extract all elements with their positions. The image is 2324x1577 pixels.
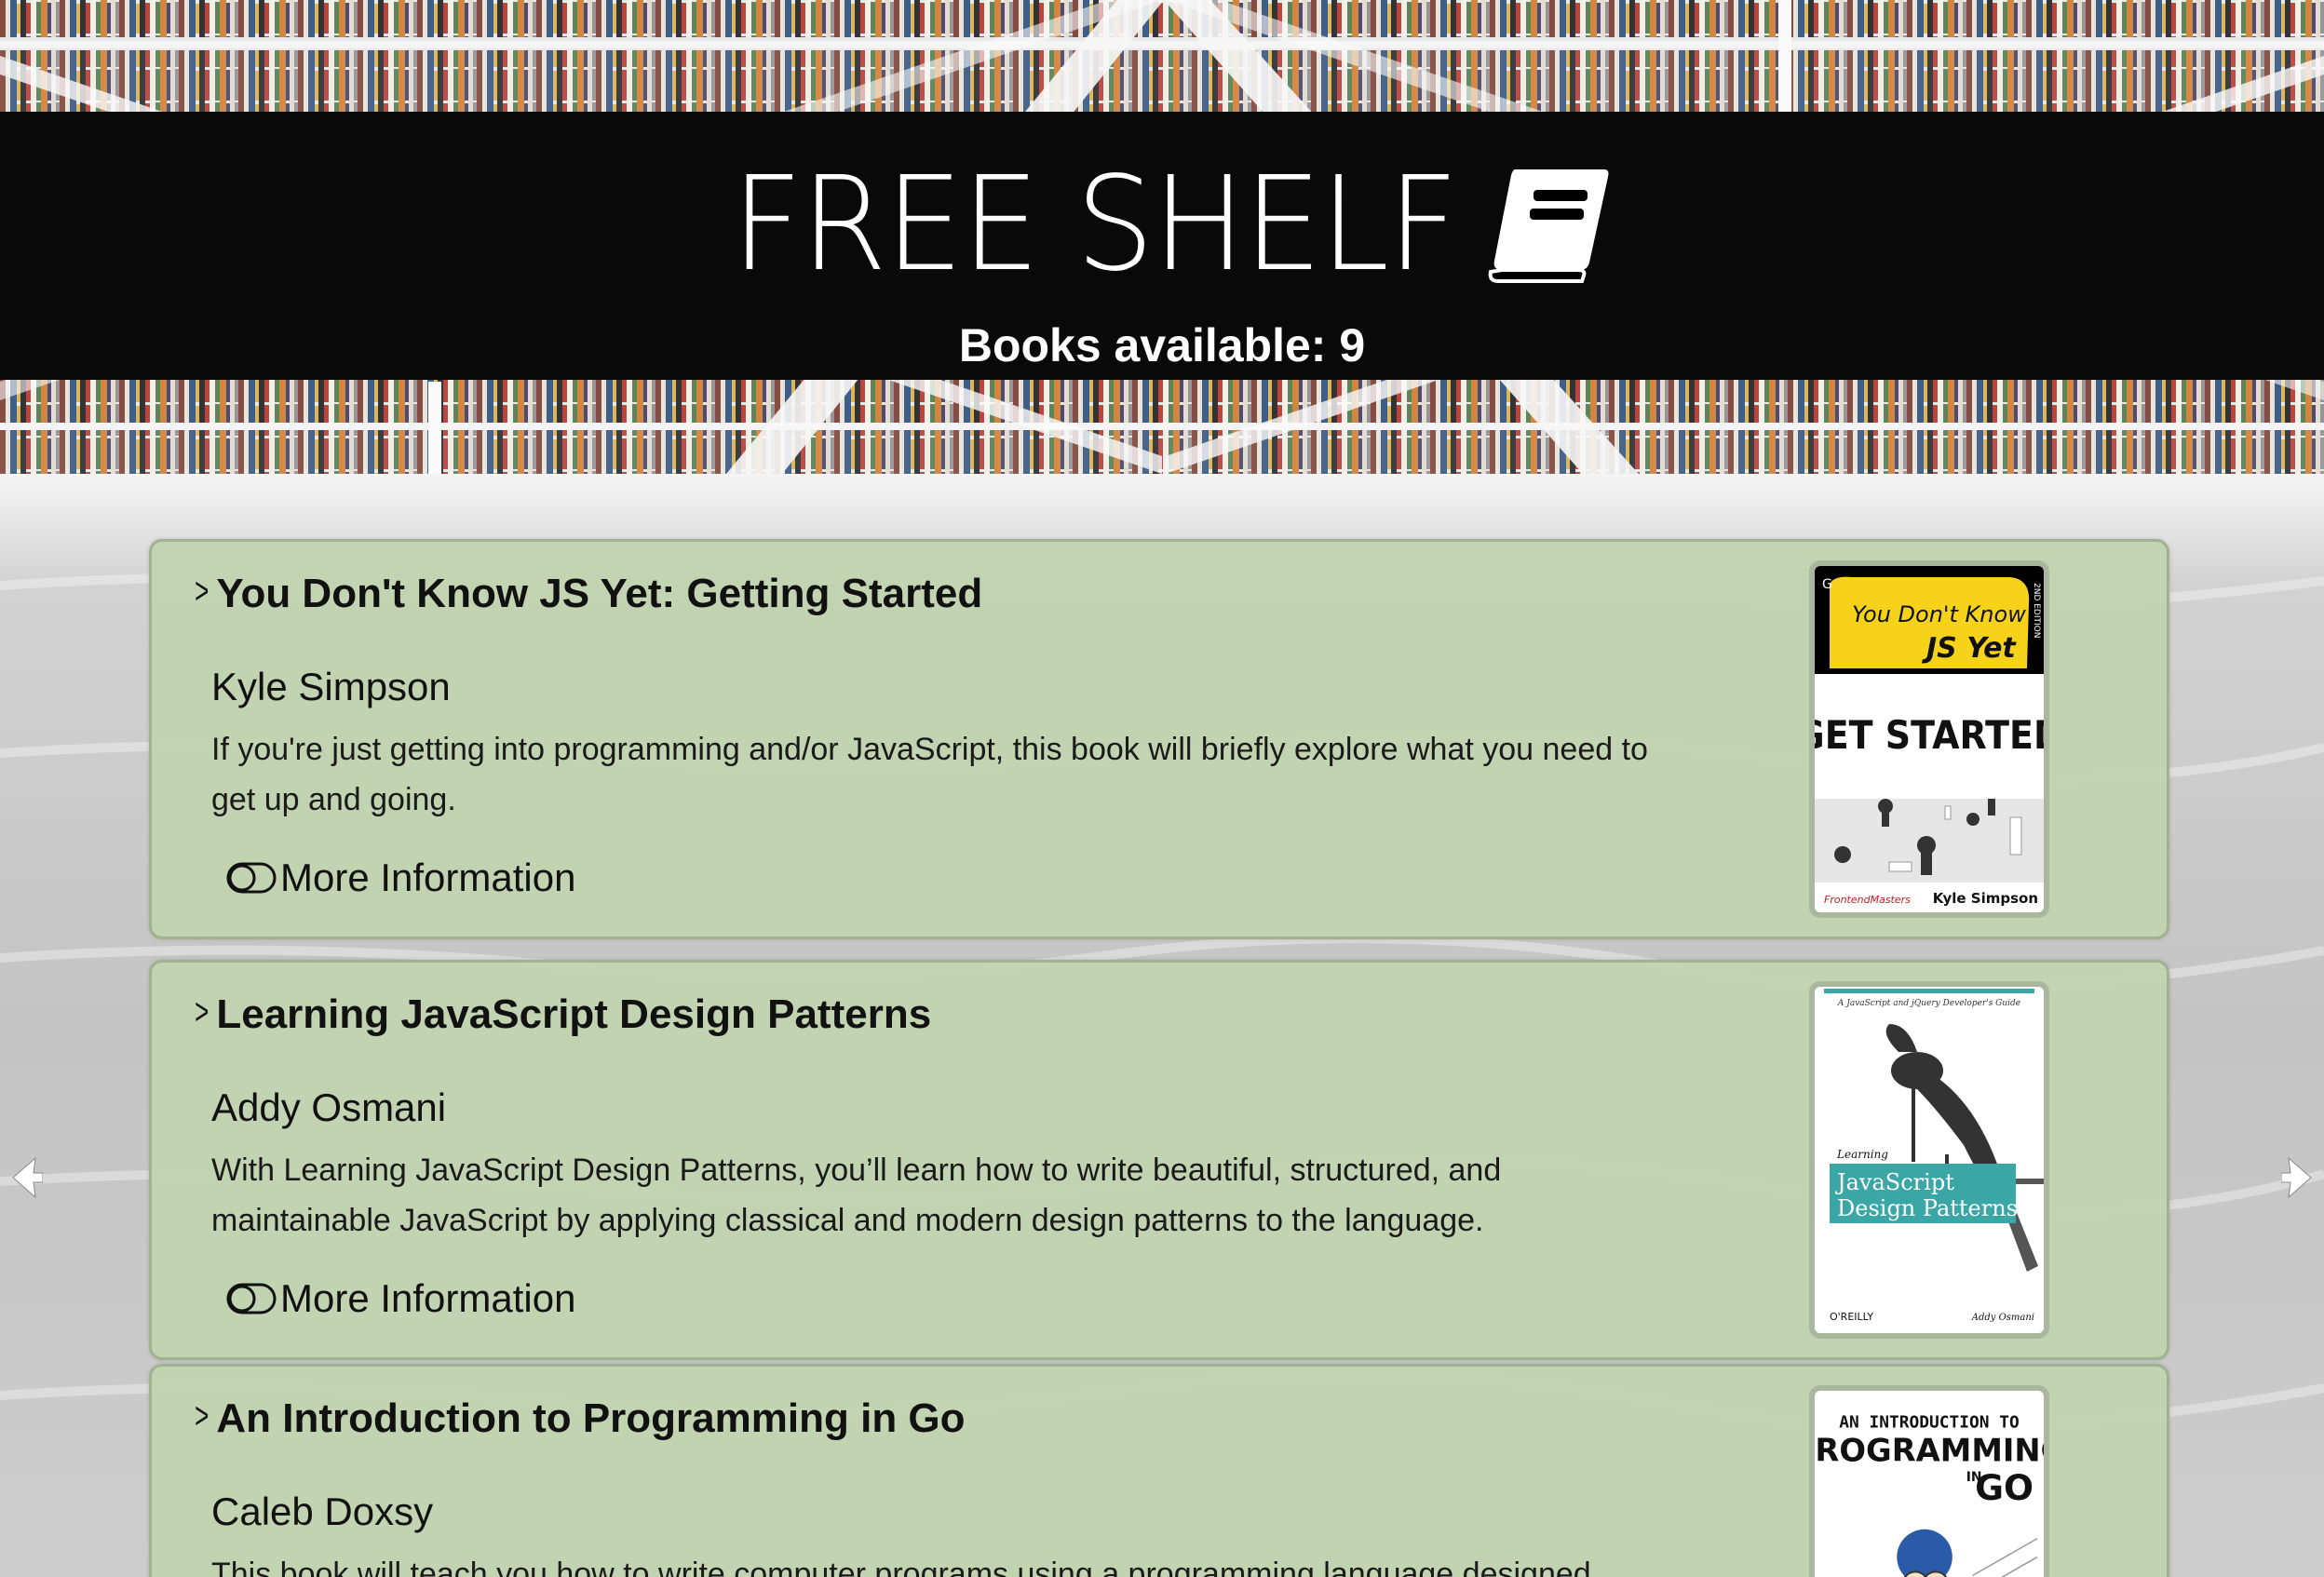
previous-arrow-icon[interactable]: [6, 1154, 43, 1201]
book-author: Kyle Simpson: [211, 665, 451, 708]
cover-line2: JS Yet: [1922, 632, 2017, 665]
chevron-right-icon: >: [195, 571, 209, 612]
book-card: > Learning JavaScript Design Patterns Add…: [149, 960, 2169, 1360]
books-available-count: Books available: 9: [958, 319, 1366, 371]
svg-text:G: G: [1822, 577, 1832, 592]
book-cover-image: You Don't Know JS Yet G 2ND EDITION GET …: [1815, 566, 2044, 912]
book-author: Addy Osmani: [211, 1085, 447, 1129]
book-cover: AN INTRODUCTION TO PROGRAMMING IN GO: [1809, 1385, 2049, 1577]
cover-tagline: A JavaScript and jQuery Developer's Guid…: [1837, 999, 2020, 1008]
book-description: This book will teach you how to write co…: [211, 1557, 1591, 1577]
book-cover: You Don't Know JS Yet G 2ND EDITION GET …: [1809, 560, 2049, 918]
cover-publisher: FrontendMasters: [1824, 894, 1911, 906]
chevron-right-icon: >: [195, 1395, 209, 1436]
cover-line1: AN INTRODUCTION TO: [1839, 1413, 2019, 1433]
book-cover: A JavaScript and jQuery Developer's Guid…: [1809, 981, 2049, 1339]
book-title[interactable]: > Learning JavaScript Design Patterns: [191, 987, 931, 1044]
book-card: > You Don't Know JS Yet: Getting Started …: [149, 539, 2169, 939]
toggle-icon: [226, 1283, 277, 1314]
book-cover-image: A JavaScript and jQuery Developer's Guid…: [1815, 987, 2044, 1333]
chevron-right-icon: >: [195, 991, 209, 1032]
book-description: With Learning JavaScript Design Patterns…: [211, 1152, 1502, 1238]
cover-line1: JavaScript: [1834, 1169, 1954, 1195]
book-author: Caleb Doxsy: [211, 1489, 434, 1533]
cover-line4: GO: [1975, 1467, 2034, 1508]
book-cover-image: AN INTRODUCTION TO PROGRAMMING IN GO: [1815, 1391, 2044, 1577]
cover-line2: Design Patterns: [1837, 1195, 2018, 1221]
cover-author: Addy Osmani: [1971, 1313, 2034, 1323]
next-arrow-icon[interactable]: [2281, 1154, 2318, 1201]
site-title: FREE SHELF: [0, 147, 2324, 295]
book-title[interactable]: > An Introduction to Programming in Go: [191, 1391, 966, 1448]
more-information-toggle[interactable]: More Information: [226, 852, 575, 904]
more-information-label: More Information: [280, 856, 576, 899]
book-list-area: > You Don't Know JS Yet: Getting Started …: [0, 474, 2324, 1577]
book-title-text: An Introduction to Programming in Go: [216, 1395, 966, 1441]
cover-line2: PROGRAMMING: [1815, 1432, 2044, 1468]
hero-banner: FREE SHELF Books available: 9: [0, 0, 2324, 474]
cover-author: Kyle Simpson: [1933, 890, 2038, 907]
book-title-text: Learning JavaScript Design Patterns: [216, 991, 932, 1037]
cover-publisher: O'REILLY: [1830, 1311, 1873, 1323]
site-title-text: FREE SHELF: [731, 148, 1458, 301]
more-information-toggle[interactable]: More Information: [226, 1273, 575, 1325]
book-card: > An Introduction to Programming in Go Ca…: [149, 1364, 2169, 1577]
cover-learning: Learning: [1836, 1148, 1888, 1161]
book-description: If you're just getting into programming …: [211, 732, 1648, 817]
cover-line1: You Don't Know: [1852, 601, 2026, 627]
book-icon: [1488, 168, 1609, 283]
book-title-text: You Don't Know JS Yet: Getting Started: [216, 571, 983, 616]
cover-line3: GET STARTED: [1815, 713, 2044, 758]
more-information-label: More Information: [280, 1276, 576, 1320]
cover-edition: 2ND EDITION: [2032, 583, 2041, 639]
book-title[interactable]: > You Don't Know JS Yet: Getting Started: [191, 566, 982, 623]
toggle-icon: [226, 862, 277, 894]
